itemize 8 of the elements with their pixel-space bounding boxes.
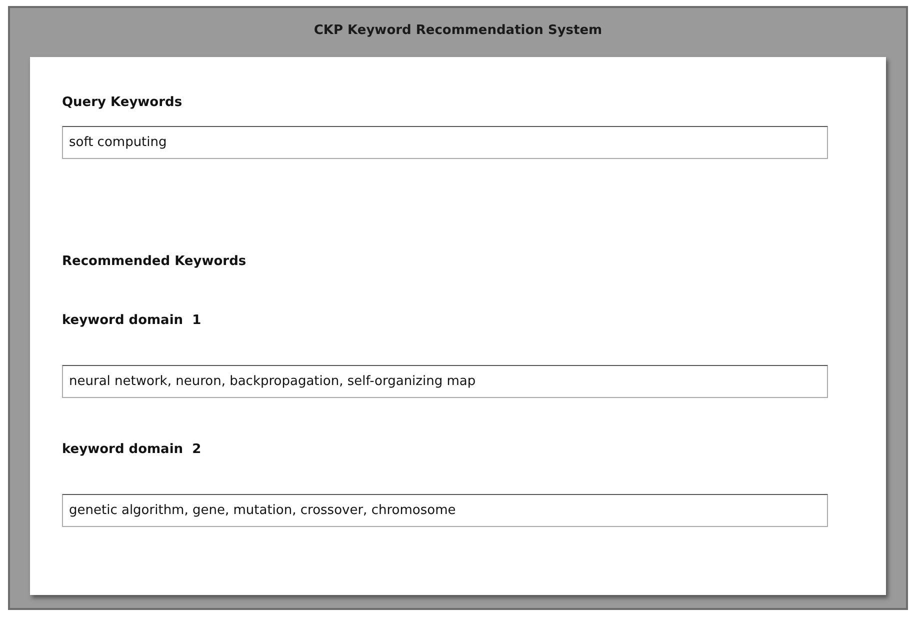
field-label: keyword domain 1 <box>62 313 202 328</box>
input-field[interactable]: genetic algorithm, gene, mutation, crossover, chromosome <box>62 494 828 527</box>
window-title: CKP Keyword Recommendation System <box>312 22 604 40</box>
field-label: Query Keywords <box>62 95 184 110</box>
field-label: keyword domain 2 <box>62 442 202 457</box>
input-field[interactable]: neural network, neuron, backpropagation, self-organizing map <box>62 365 828 398</box>
section-heading: Recommended Keywords <box>62 254 248 269</box>
input-field[interactable]: soft computing <box>62 126 828 159</box>
